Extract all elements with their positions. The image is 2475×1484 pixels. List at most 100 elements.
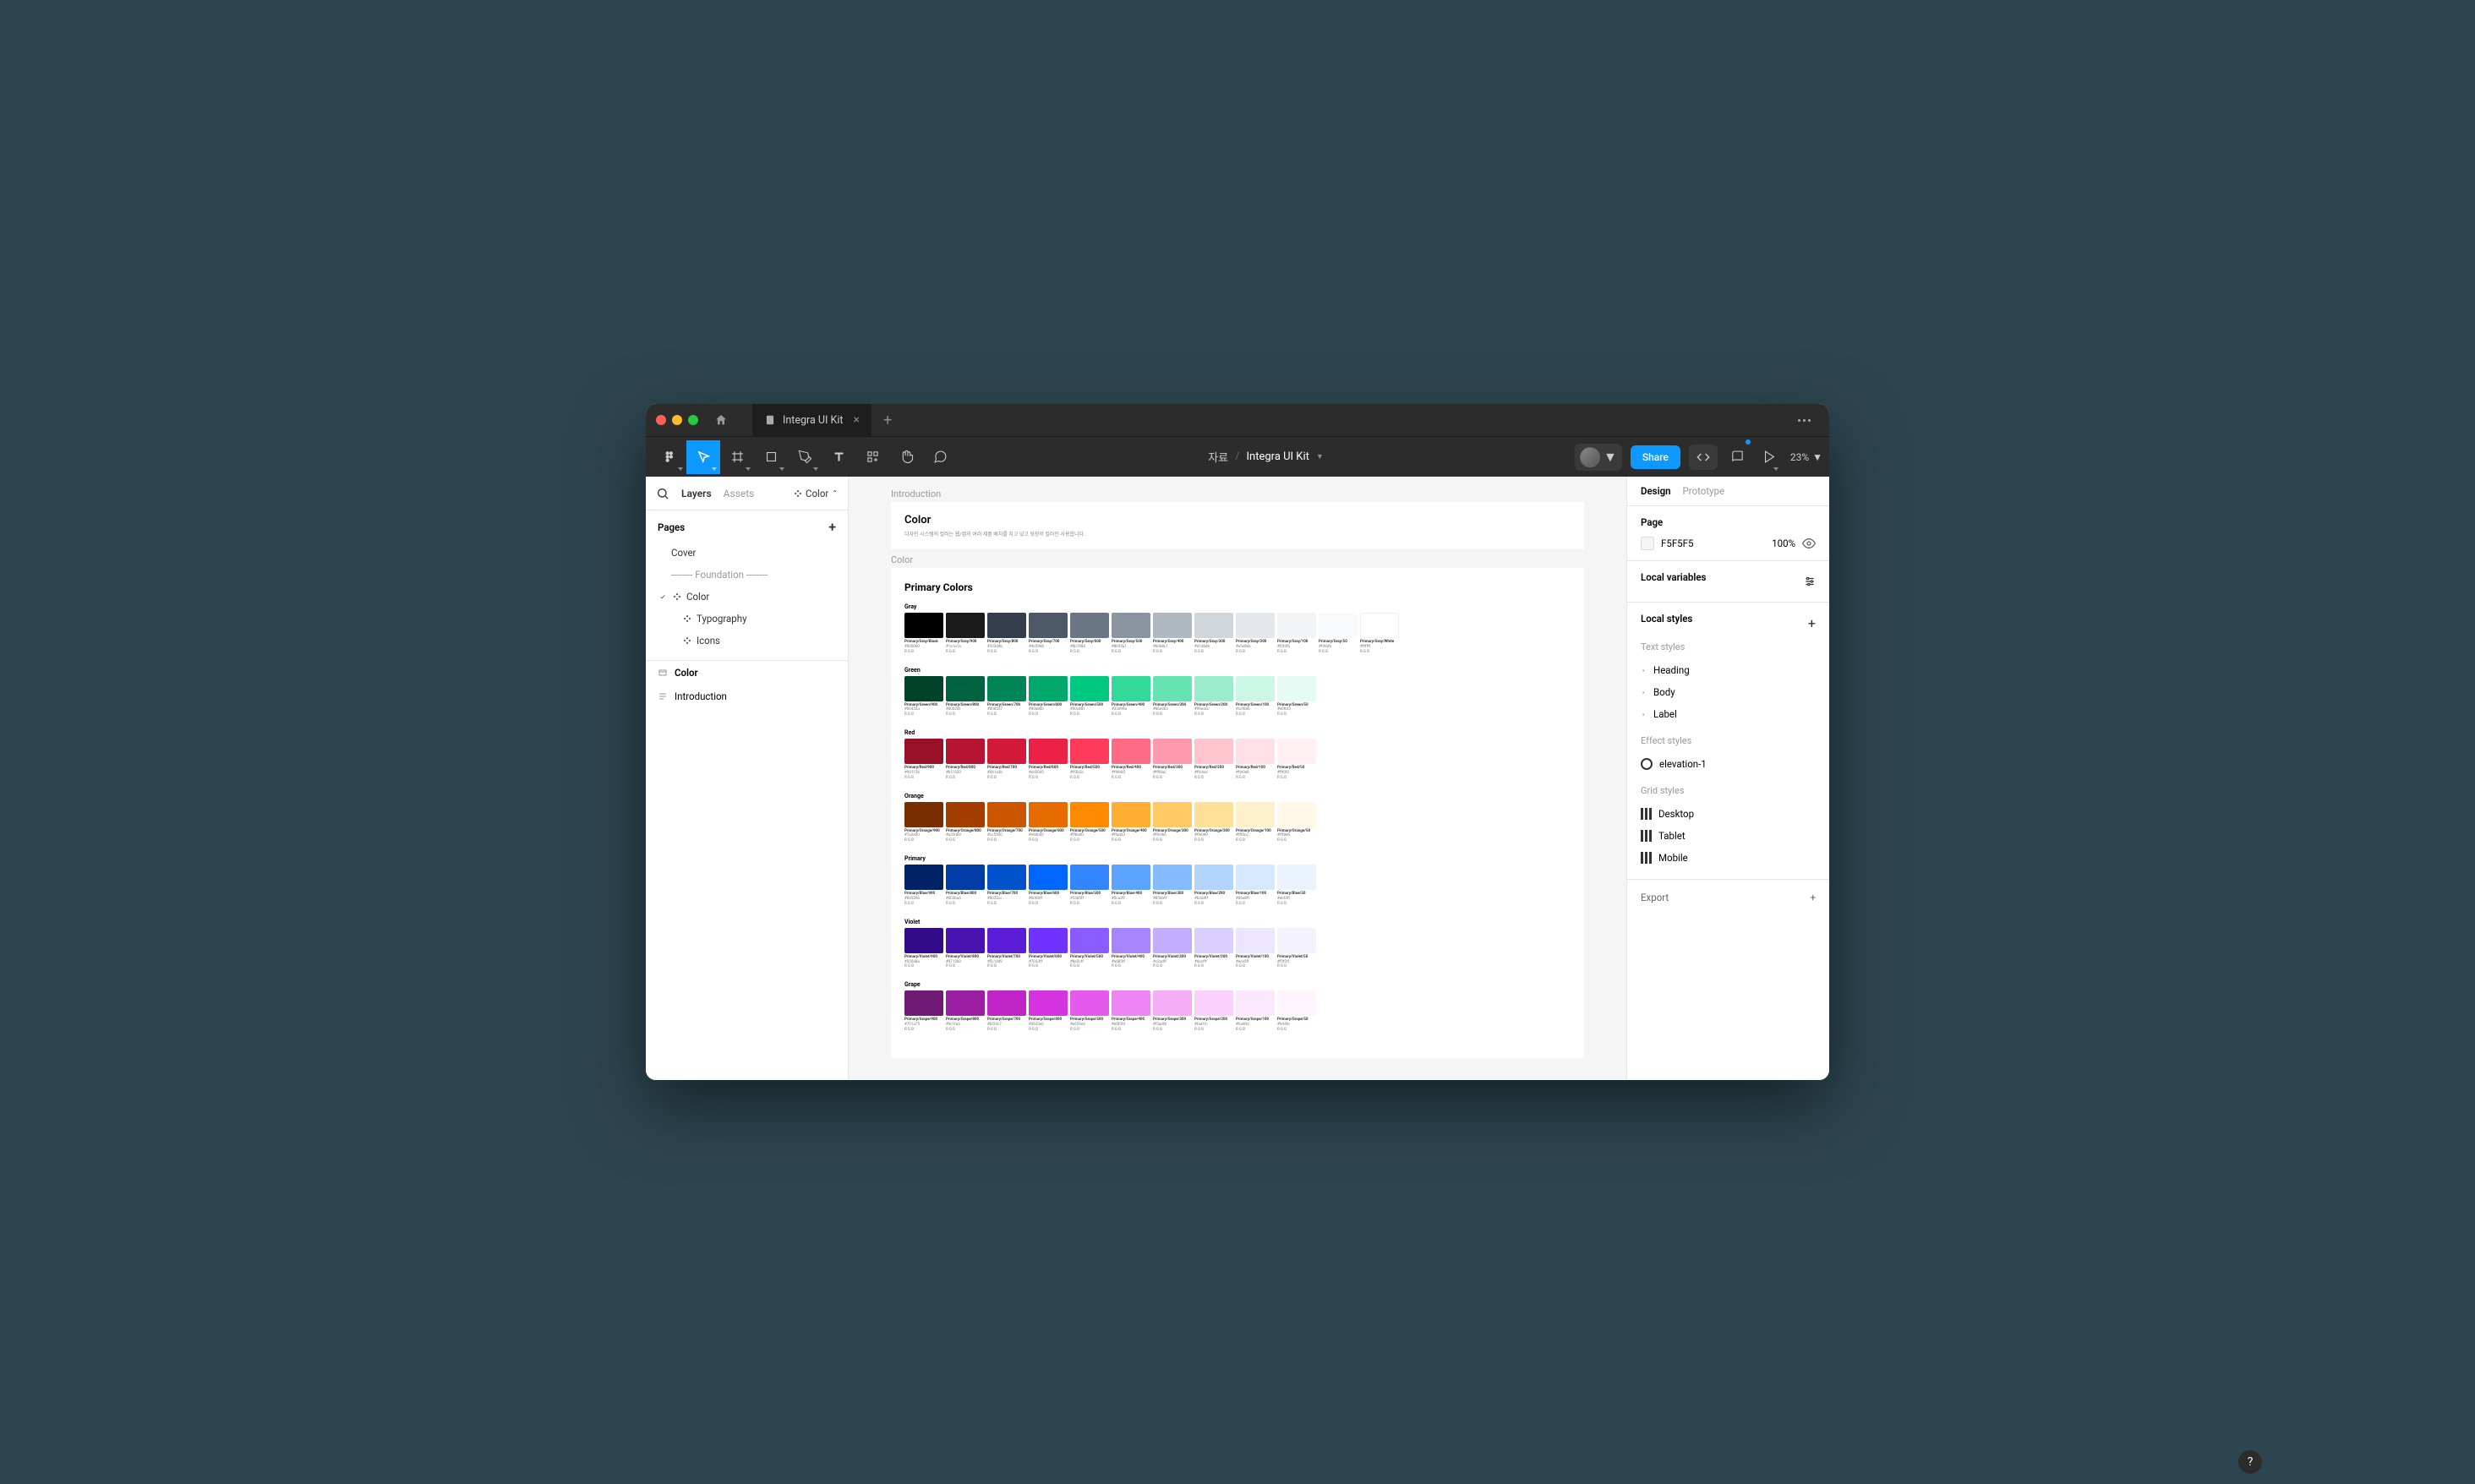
swatch[interactable]: Primary/Grape/600#d633e0R G B [1029,990,1068,1033]
swatch[interactable]: Primary/Red/700#d41a3bR G B [987,739,1026,781]
intro-frame[interactable]: Color 디자인 시스템의 컬러는 웹/앱의 여러 제품 배치를 지고 넣고 … [891,502,1584,549]
swatch[interactable]: Primary/Green/200#99edccR G B [1194,676,1233,718]
hand-tool[interactable] [889,440,923,474]
canvas[interactable]: Introduction Color 디자인 시스템의 컬러는 웹/앱의 여러 … [849,477,1626,1080]
swatch[interactable]: Primary/Violet/700#5c1dd9R G B [987,928,1026,970]
swatch[interactable]: Primary/Red/600#ed2045R G B [1029,739,1068,781]
swatch[interactable]: Primary/Gray/900#1a1a1aR G B [946,613,985,655]
swatch[interactable]: Primary/Gray/500#8b95a1R G B [1112,613,1150,655]
swatch[interactable]: Primary/Violet/100#ece5ffR G B [1236,928,1275,970]
comment-tool[interactable] [923,440,957,474]
swatch[interactable]: Primary/Grape/200#fad1fcR G B [1194,990,1233,1033]
swatch[interactable]: Primary/Orange/700#cc5500R G B [987,802,1026,844]
zoom-control[interactable]: 23%▼ [1790,451,1822,463]
tab-design[interactable]: Design [1641,485,1671,497]
swatch[interactable]: Primary/Gray/200#e5e8ebR G B [1236,613,1275,655]
swatch[interactable]: Primary/Red/200#ffc4ceR G B [1194,739,1233,781]
maximize-window-icon[interactable] [688,415,698,425]
swatch[interactable]: Primary/Orange/200#ffe099R G B [1194,802,1233,844]
swatch[interactable]: Primary/Orange/600#e66b00R G B [1029,802,1068,844]
section-label[interactable]: Color [891,554,1584,565]
swatch[interactable]: Primary/Green/300#66e3b3R G B [1153,676,1192,718]
swatch[interactable]: Primary/Red/300#ff99acR G B [1153,739,1192,781]
swatch[interactable]: Primary/Blue/200#b3d4ffR G B [1194,865,1233,907]
swatch[interactable]: Primary/Blue/500#3385ffR G B [1070,865,1109,907]
swatch[interactable]: Primary/Violet/300#c2adffR G B [1153,928,1192,970]
swatch[interactable]: Primary/Blue/50#ebf3ffR G B [1277,865,1316,907]
swatch[interactable]: Primary/Gray/800#333d4bR G B [987,613,1026,655]
close-window-icon[interactable] [656,415,666,425]
swatch[interactable]: Primary/Orange/500#ff8a00R G B [1070,802,1109,844]
swatch[interactable]: Primary/Grape/100#fce8fdR G B [1236,990,1275,1033]
settings-icon[interactable] [1804,576,1816,587]
swatch[interactable]: Primary/Blue/400#5ca3ffR G B [1112,865,1150,907]
breadcrumb[interactable]: 자료 / Integra UI Kit ▼ [957,449,1575,465]
swatch[interactable]: Primary/Grape/300#f5adf8R G B [1153,990,1192,1033]
tab-prototype[interactable]: Prototype [1683,485,1725,497]
swatch[interactable]: Primary/Orange/50#fff8e6R G B [1277,802,1316,844]
swatch[interactable]: Primary/Gray/700#4e5968R G B [1029,613,1068,655]
page-selector[interactable]: Color ⌃ [794,488,838,499]
swatch[interactable]: Primary/Blue/300#85bbffR G B [1153,865,1192,907]
swatch[interactable]: Primary/Gray/White#ffffffR G B [1360,613,1399,655]
swatch[interactable]: Primary/Blue/600#0066ffR G B [1029,865,1068,907]
swatch[interactable]: Primary/Gray/Black#000000R G B [904,613,943,655]
page-item-typography[interactable]: Typography [646,608,848,630]
minimize-window-icon[interactable] [672,415,682,425]
text-style-item[interactable]: Body [1641,681,1816,703]
resources-tool[interactable] [855,440,889,474]
swatch[interactable]: Primary/Red/100#ffe0e6R G B [1236,739,1275,781]
notifications-button[interactable] [1726,440,1750,474]
swatch[interactable]: Primary/Green/100#ccf6e6R G B [1236,676,1275,718]
swatch[interactable]: Primary/Grape/900#701a75R G B [904,990,943,1033]
present-button[interactable] [1758,440,1782,474]
swatch[interactable]: Primary/Gray/400#b0b8c1R G B [1153,613,1192,655]
swatch[interactable]: Primary/Red/500#ff3b5cR G B [1070,739,1109,781]
swatch[interactable]: Primary/Gray/50#f9fafbR G B [1319,613,1358,655]
swatch[interactable]: Primary/Orange/300#ffc966R G B [1153,802,1192,844]
swatch[interactable]: Primary/Gray/100#f2f4f6R G B [1277,613,1316,655]
swatch[interactable]: Primary/Red/400#ff6b85R G B [1112,739,1150,781]
page-item-color[interactable]: Color [646,586,848,608]
window-menu[interactable] [1789,419,1819,422]
close-tab-icon[interactable]: × [854,413,860,427]
swatch[interactable]: Primary/Violet/400#a685ffR G B [1112,928,1150,970]
swatch[interactable]: Primary/Violet/200#dacfffR G B [1194,928,1233,970]
tab-layers[interactable]: Layers [681,488,712,499]
swatch[interactable]: Primary/Gray/300#d1d6dbR G B [1194,613,1233,655]
swatch[interactable]: Primary/Grape/500#e659edR G B [1070,990,1109,1033]
grid-style-item[interactable]: Mobile [1641,847,1816,869]
file-tab[interactable]: Integra UI Kit × [752,404,871,436]
swatch[interactable]: Primary/Green/700#008557R G B [987,676,1026,718]
frame-tool[interactable] [720,440,754,474]
tab-assets[interactable]: Assets [724,488,755,499]
add-style-button[interactable]: + [1808,615,1816,631]
swatch[interactable]: Primary/Green/50#e6fbf3R G B [1277,676,1316,718]
share-button[interactable]: Share [1631,445,1680,469]
pen-tool[interactable] [788,440,822,474]
grid-style-item[interactable]: Desktop [1641,803,1816,825]
swatch[interactable]: Primary/Green/400#33d99aR G B [1112,676,1150,718]
swatch[interactable]: Primary/Grape/700#bf24c7R G B [987,990,1026,1033]
swatch[interactable]: Primary/Blue/800#003ba6R G B [946,865,985,907]
swatch[interactable]: Primary/Grape/800#9c1fa3R G B [946,990,985,1033]
swatch[interactable]: Primary/Orange/800#a33d00R G B [946,802,985,844]
swatch[interactable]: Primary/Green/900#00432aR G B [904,676,943,718]
user-avatar[interactable]: ▼ [1575,444,1622,471]
figma-menu[interactable] [653,440,686,474]
swatch[interactable]: Primary/Orange/900#7a2e00R G B [904,802,943,844]
search-icon[interactable] [656,487,669,500]
swatch[interactable]: Primary/Orange/400#ffad33R G B [1112,802,1150,844]
swatch[interactable]: Primary/Blue/100#d6e8ffR G B [1236,865,1275,907]
swatch[interactable]: Primary/Gray/600#6b7684R G B [1070,613,1109,655]
page-color-swatch[interactable] [1641,537,1654,550]
home-button[interactable] [705,404,737,436]
swatch[interactable]: Primary/Violet/600#7033ffR G B [1029,928,1068,970]
move-tool[interactable] [686,440,720,474]
page-item-cover[interactable]: Cover [646,542,848,564]
page-item-icons[interactable]: Icons [646,630,848,652]
grid-style-item[interactable]: Tablet [1641,825,1816,847]
swatch[interactable]: Primary/Green/500#00c881R G B [1070,676,1109,718]
layer-item-introduction[interactable]: Introduction [646,685,848,708]
swatch[interactable]: Primary/Violet/900#330a8aR G B [904,928,943,970]
